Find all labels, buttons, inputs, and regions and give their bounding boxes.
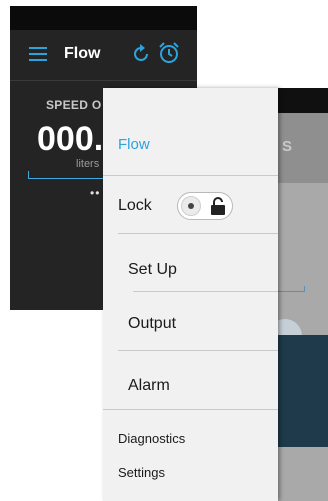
drawer-divider [118, 233, 278, 234]
alarm-clock-icon[interactable] [157, 41, 181, 70]
drawer-item-output[interactable]: Output [128, 315, 176, 333]
drawer-header-title[interactable]: Flow [118, 136, 150, 153]
background-tab-fragment: S [282, 138, 293, 155]
lock-toggle[interactable] [177, 192, 233, 220]
drawer-item-alarm[interactable]: Alarm [128, 377, 170, 395]
lock-label: Lock [118, 197, 152, 214]
drawer-item-settings[interactable]: Settings [118, 465, 165, 480]
drawer-divider [133, 291, 278, 292]
toggle-thumb[interactable] [181, 196, 201, 216]
page-indicator: •• [90, 186, 101, 200]
drawer-divider [103, 175, 278, 176]
drawer-item-setup[interactable]: Set Up [128, 261, 177, 279]
speed-value: 000. [37, 120, 104, 158]
reset-icon[interactable] [130, 43, 152, 70]
back-app-bar: Flow [10, 30, 197, 80]
toggle-dot [188, 203, 194, 209]
speed-unit: liters [76, 158, 100, 170]
unlock-icon [210, 197, 226, 220]
back-app-title: Flow [64, 45, 101, 62]
background-dark-panel [273, 335, 328, 447]
hamburger-menu-icon[interactable] [29, 47, 47, 66]
back-status-bar [10, 6, 197, 30]
drawer-divider [103, 409, 278, 410]
speed-label: SPEED O [46, 98, 102, 112]
drawer-item-diagnostics[interactable]: Diagnostics [118, 431, 185, 446]
back-divider [10, 80, 197, 81]
background-underline [275, 286, 305, 292]
navigation-drawer: Flow Lock Set Up Output Alarm Diagnostic… [103, 88, 278, 501]
drawer-divider [118, 350, 278, 351]
